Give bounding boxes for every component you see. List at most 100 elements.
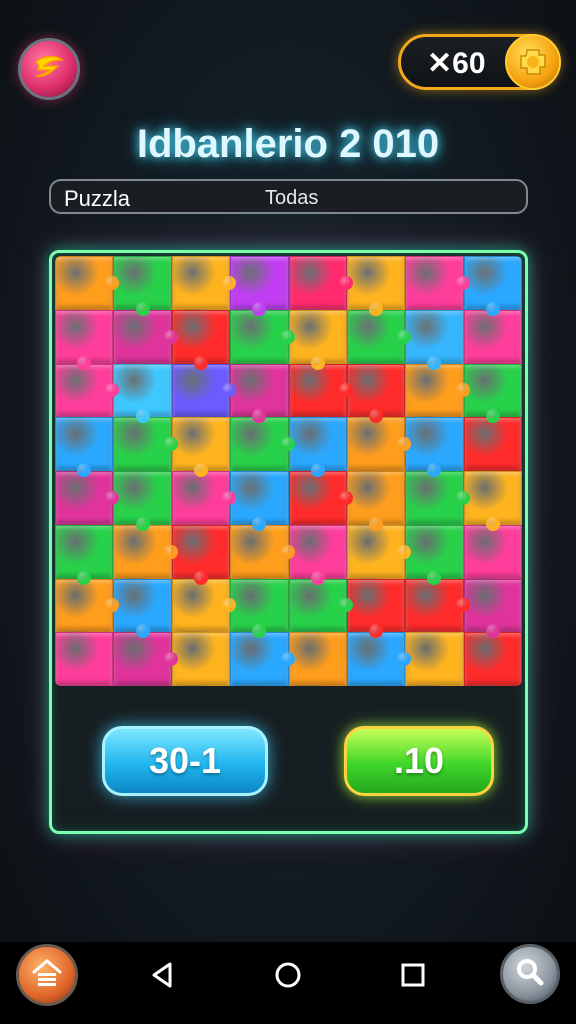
puzzle-piece[interactable] <box>346 524 412 579</box>
puzzle-piece[interactable] <box>113 256 172 316</box>
info-left-label: Puzzla <box>64 186 131 211</box>
puzzle-piece[interactable] <box>171 578 237 633</box>
puzzle-piece[interactable] <box>230 471 289 531</box>
puzzle-piece[interactable] <box>288 417 347 477</box>
puzzle-piece[interactable] <box>463 578 522 639</box>
piece-knob <box>163 652 178 667</box>
nav-home-soft-button[interactable] <box>273 960 303 990</box>
recents-square-icon <box>401 963 425 987</box>
piece-knob <box>455 598 470 613</box>
puzzle-piece[interactable] <box>346 309 412 364</box>
puzzle-piece[interactable] <box>113 417 178 471</box>
puzzle-piece[interactable] <box>463 417 522 471</box>
puzzle-piece[interactable] <box>346 417 412 471</box>
puzzle-piece[interactable] <box>55 363 120 418</box>
puzzle-piece[interactable] <box>230 256 289 316</box>
puzzle-piece[interactable] <box>230 578 289 639</box>
puzzle-piece[interactable] <box>55 578 120 633</box>
piece-knob <box>135 409 150 424</box>
coin-counter[interactable]: ✕60 <box>398 34 561 90</box>
menu-button[interactable] <box>18 38 80 100</box>
puzzle-piece[interactable] <box>230 417 295 471</box>
puzzle-piece[interactable] <box>288 471 353 525</box>
puzzle-piece[interactable] <box>171 471 237 525</box>
puzzle-piece[interactable] <box>405 309 464 370</box>
piece-knob <box>485 301 500 316</box>
puzzle-piece[interactable] <box>346 632 412 686</box>
piece-knob <box>252 301 267 316</box>
puzzle-piece[interactable] <box>113 524 178 579</box>
puzzle-piece[interactable] <box>288 578 353 633</box>
piece-knob <box>193 355 208 370</box>
gold-puzzle-coin-icon <box>505 34 561 90</box>
puzzle-piece[interactable] <box>346 578 406 639</box>
info-bar: Puzzla Todas <box>49 179 528 214</box>
puzzle-piece[interactable] <box>405 471 470 525</box>
score-left-button[interactable]: 30-1 <box>102 726 268 796</box>
puzzle-piece[interactable] <box>405 578 470 633</box>
nav-back-button[interactable] <box>148 960 178 990</box>
puzzle-piece[interactable] <box>346 363 406 424</box>
puzzle-piece[interactable] <box>113 471 172 531</box>
puzzle-piece[interactable] <box>463 524 522 579</box>
puzzle-piece[interactable] <box>405 256 470 310</box>
puzzle-piece[interactable] <box>55 524 114 585</box>
score-right-button[interactable]: .10 <box>344 726 494 796</box>
piece-knob <box>455 383 470 398</box>
piece-knob <box>485 516 500 531</box>
puzzle-piece[interactable] <box>55 632 114 686</box>
puzzle-piece[interactable] <box>55 309 114 370</box>
puzzle-piece[interactable] <box>230 632 295 686</box>
puzzle-piece[interactable] <box>171 417 231 477</box>
puzzle-piece[interactable] <box>288 309 347 370</box>
piece-knob <box>455 490 470 505</box>
piece-knob <box>222 275 237 290</box>
puzzle-piece[interactable] <box>288 524 347 585</box>
puzzle-piece[interactable] <box>346 256 406 316</box>
puzzle-piece[interactable] <box>113 632 178 686</box>
coin-count: ✕60 <box>427 47 486 80</box>
puzzle-piece[interactable] <box>288 363 353 418</box>
puzzle-piece[interactable] <box>288 256 353 310</box>
puzzle-piece[interactable] <box>171 524 231 585</box>
puzzle-piece[interactable] <box>405 632 464 686</box>
star-swirl-icon <box>32 52 66 86</box>
puzzle-piece[interactable] <box>463 471 522 531</box>
puzzle-piece[interactable] <box>171 309 231 370</box>
piece-knob <box>135 516 150 531</box>
puzzle-piece[interactable] <box>113 363 172 424</box>
puzzle-piece[interactable] <box>55 471 120 525</box>
search-button[interactable] <box>500 944 560 1004</box>
puzzle-piece[interactable] <box>463 363 522 424</box>
puzzle-piece[interactable] <box>171 363 237 418</box>
puzzle-piece[interactable] <box>55 417 114 477</box>
puzzle-piece[interactable] <box>230 524 295 579</box>
puzzle-piece[interactable] <box>113 578 172 639</box>
puzzle-piece[interactable] <box>230 363 289 424</box>
puzzle-piece[interactable] <box>405 363 470 418</box>
puzzle-board: 30-1 .10 <box>49 250 528 834</box>
info-right-label[interactable]: Todas <box>265 187 318 210</box>
puzzle-piece[interactable] <box>230 309 295 364</box>
puzzle-grid[interactable] <box>55 256 522 686</box>
puzzle-piece[interactable] <box>463 632 522 686</box>
piece-knob <box>427 570 442 585</box>
puzzle-piece[interactable] <box>171 632 231 686</box>
piece-knob <box>163 437 178 452</box>
piece-knob <box>135 301 150 316</box>
puzzle-piece[interactable] <box>346 471 406 531</box>
puzzle-piece[interactable] <box>463 309 522 364</box>
piece-knob <box>310 463 325 477</box>
puzzle-piece[interactable] <box>288 632 347 686</box>
nav-recents-button[interactable] <box>398 960 428 990</box>
home-button[interactable] <box>16 944 78 1006</box>
puzzle-piece[interactable] <box>463 256 522 316</box>
puzzle-piece[interactable] <box>405 524 464 585</box>
piece-knob <box>163 329 178 344</box>
puzzle-piece[interactable] <box>55 256 120 310</box>
piece-knob <box>397 544 412 559</box>
piece-knob <box>163 544 178 559</box>
puzzle-piece[interactable] <box>405 417 464 477</box>
puzzle-piece[interactable] <box>171 256 237 310</box>
puzzle-piece[interactable] <box>113 309 178 364</box>
